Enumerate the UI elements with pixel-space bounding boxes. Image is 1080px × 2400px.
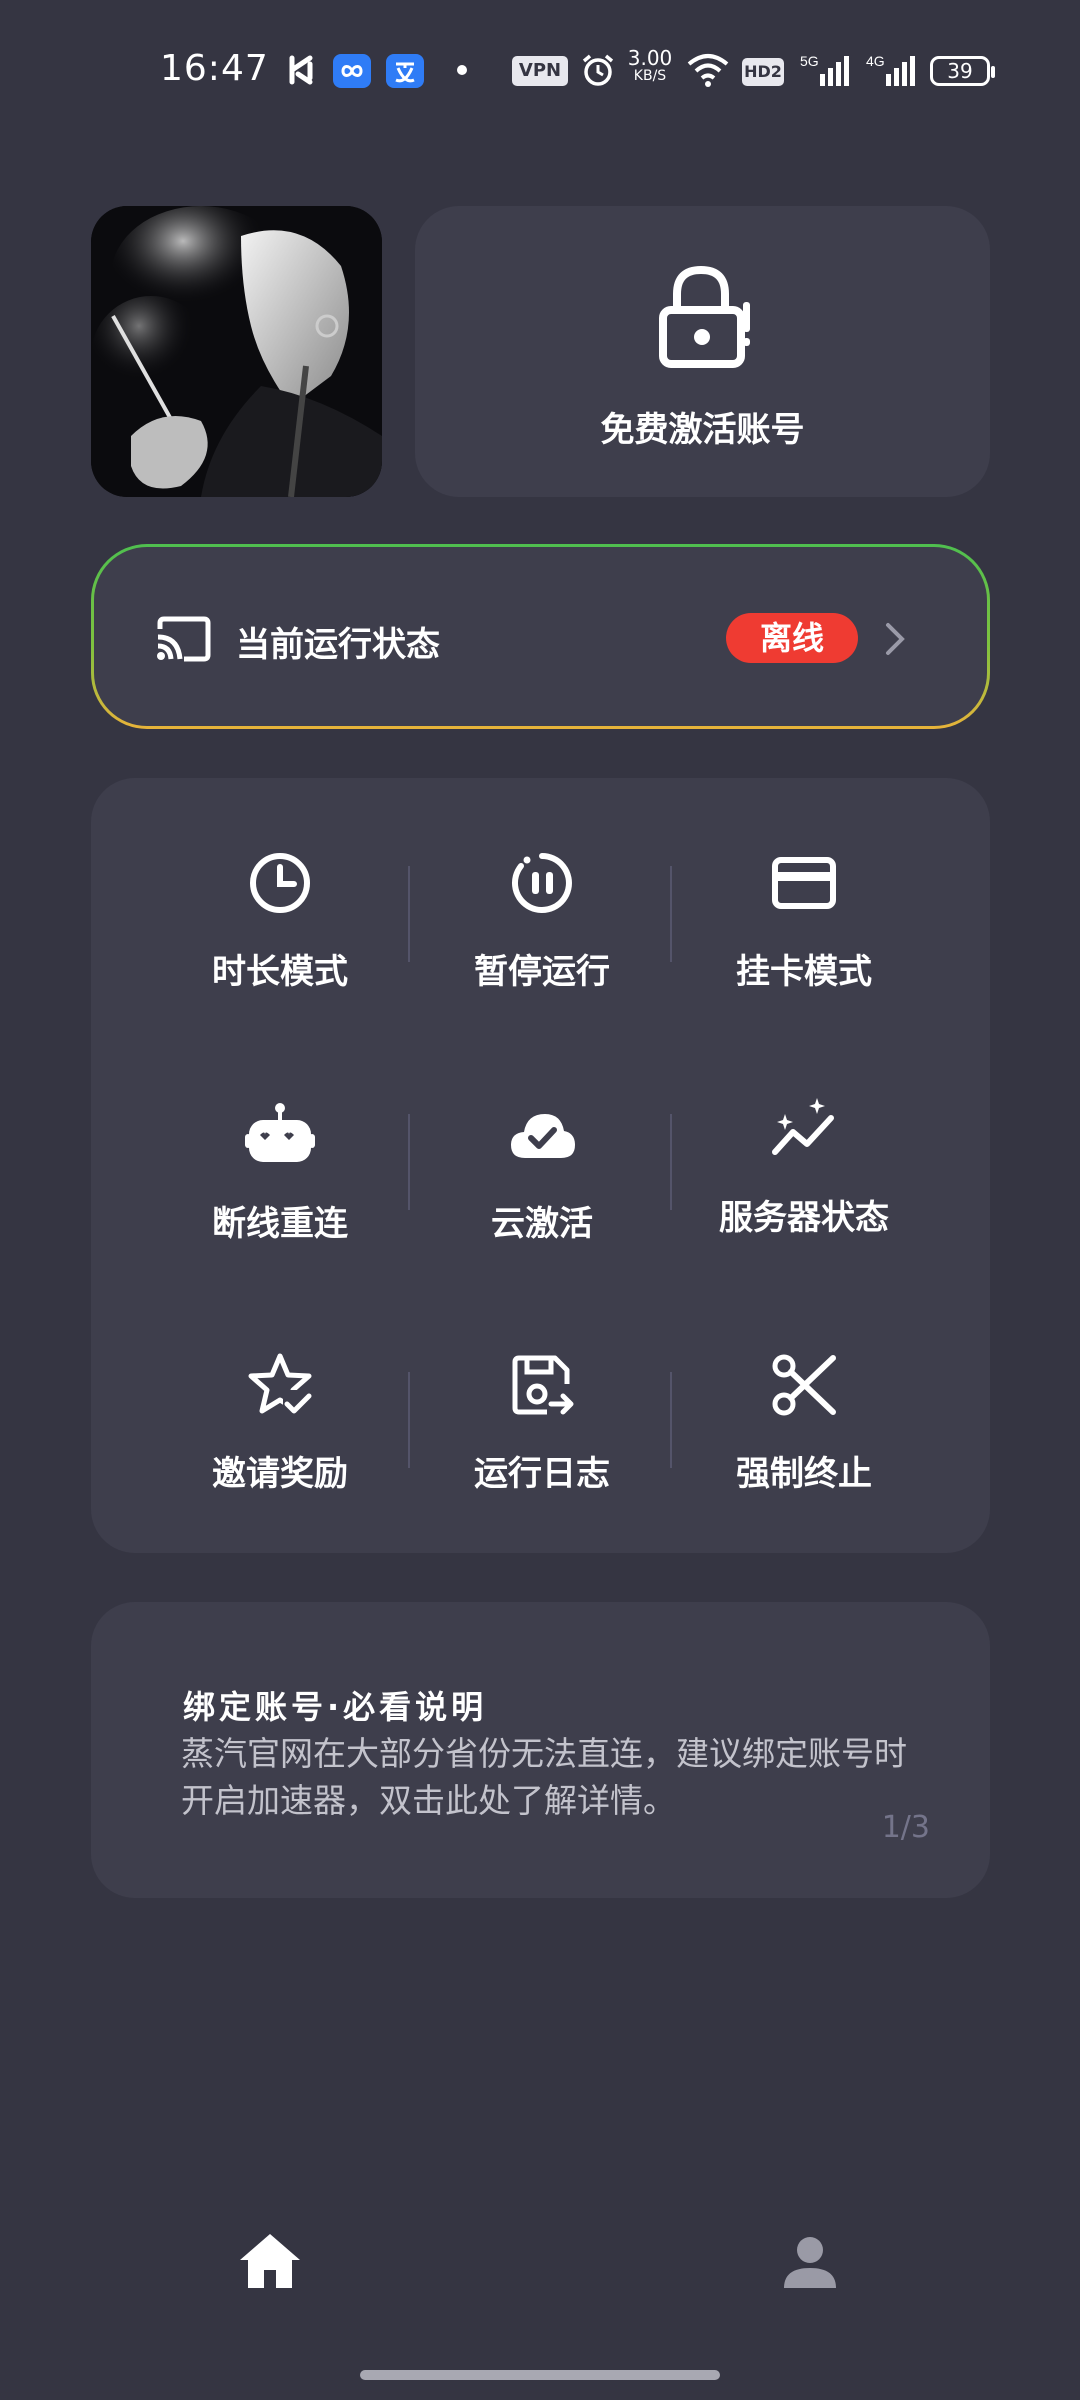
- avatar-photo: [91, 206, 382, 497]
- grid-item-reconnect[interactable]: 断线重连: [149, 1100, 411, 1300]
- grid-item-label: 时长模式: [212, 952, 348, 992]
- user-avatar[interactable]: [91, 206, 382, 497]
- status-bar: 16:47 VPN 3.00 KB/S HD2 5G 4G 39: [0, 0, 1080, 140]
- grid-item-card-mode[interactable]: 挂卡模式: [673, 848, 935, 1048]
- grid-divider: [670, 1114, 672, 1210]
- cloud-check-icon: [511, 1114, 575, 1158]
- signal-4g-icon: 4G: [866, 53, 915, 86]
- signal-5g-icon: 5G: [800, 53, 849, 86]
- notice-card[interactable]: 绑定账号·必看说明 蒸汽官网在大部分省份无法直连，建议绑定账号时开启加速器，双击…: [91, 1602, 990, 1898]
- star-check-icon: [248, 1353, 313, 1418]
- card-icon: [772, 857, 836, 909]
- run-status-label: 当前运行状态: [236, 625, 440, 665]
- activate-account-card[interactable]: 免费激活账号: [415, 206, 990, 497]
- status-time: 16:47: [160, 48, 269, 89]
- notice-page-indicator: 1/3: [881, 1810, 930, 1845]
- cast-icon: [157, 616, 211, 662]
- status-badge: 离线: [726, 613, 858, 663]
- grid-item-duration-mode[interactable]: 时长模式: [149, 848, 411, 1048]
- sync-app-icon: [289, 55, 313, 85]
- grid-item-label: 服务器状态: [719, 1198, 889, 1238]
- notification-dot-icon: [457, 65, 467, 75]
- profile-icon[interactable]: [782, 2234, 838, 2290]
- save-log-icon: [512, 1355, 574, 1415]
- home-indicator-bar[interactable]: [360, 2370, 720, 2380]
- robot-icon: [245, 1103, 315, 1162]
- grid-item-run-log[interactable]: 运行日志: [411, 1350, 673, 1550]
- chevron-right-icon: [886, 623, 905, 655]
- alarm-icon: [582, 54, 614, 86]
- battery-indicator: 39: [930, 56, 995, 86]
- grid-item-invite-reward[interactable]: 邀请奖励: [149, 1350, 411, 1550]
- grid-item-label: 断线重连: [212, 1204, 348, 1244]
- grid-item-label: 暂停运行: [474, 952, 610, 992]
- grid-divider: [408, 866, 410, 962]
- grid-item-label: 运行日志: [474, 1454, 610, 1494]
- grid-item-pause-run[interactable]: 暂停运行: [411, 848, 673, 1048]
- grid-divider: [408, 1114, 410, 1210]
- notice-body: 蒸汽官网在大部分省份无法直连，建议绑定账号时开启加速器，双击此处了解详情。: [181, 1734, 907, 1820]
- grid-item-server-status[interactable]: 服务器状态: [673, 1094, 935, 1294]
- translate-app-icon: [386, 54, 424, 88]
- grid-item-label: 挂卡模式: [736, 952, 872, 992]
- wifi-icon: [687, 54, 729, 87]
- grid-item-force-stop[interactable]: 强制终止: [673, 1350, 935, 1550]
- clock-icon: [250, 853, 310, 913]
- grid-divider: [670, 866, 672, 962]
- home-icon[interactable]: [238, 2232, 302, 2290]
- grid-item-label: 邀请奖励: [212, 1454, 348, 1494]
- pause-icon: [512, 853, 572, 913]
- feature-grid: 时长模式 暂停运行 挂卡模式 断线重连 云激活 服务器状态 邀请奖励 运行日志 …: [91, 778, 990, 1553]
- lock-alert-icon: [659, 265, 750, 368]
- svg-text:4G: 4G: [866, 53, 885, 69]
- link-app-icon: [333, 54, 371, 88]
- grid-item-label: 强制终止: [736, 1454, 872, 1494]
- activate-account-label: 免费激活账号: [600, 410, 805, 450]
- trend-sparkle-icon: [772, 1098, 834, 1155]
- scissors-icon: [772, 1354, 836, 1416]
- vpn-indicator: VPN: [512, 56, 568, 86]
- hd-voice-indicator: HD2: [742, 58, 784, 86]
- grid-divider: [408, 1372, 410, 1468]
- grid-item-label: 云激活: [491, 1204, 593, 1244]
- grid-item-cloud-activate[interactable]: 云激活: [411, 1100, 673, 1300]
- run-status-card[interactable]: 当前运行状态 离线: [91, 544, 990, 729]
- svg-text:5G: 5G: [800, 53, 819, 69]
- grid-divider: [670, 1372, 672, 1468]
- notice-title: 绑定账号·必看说明: [183, 1688, 488, 1726]
- network-speed: 3.00 KB/S: [627, 46, 673, 84]
